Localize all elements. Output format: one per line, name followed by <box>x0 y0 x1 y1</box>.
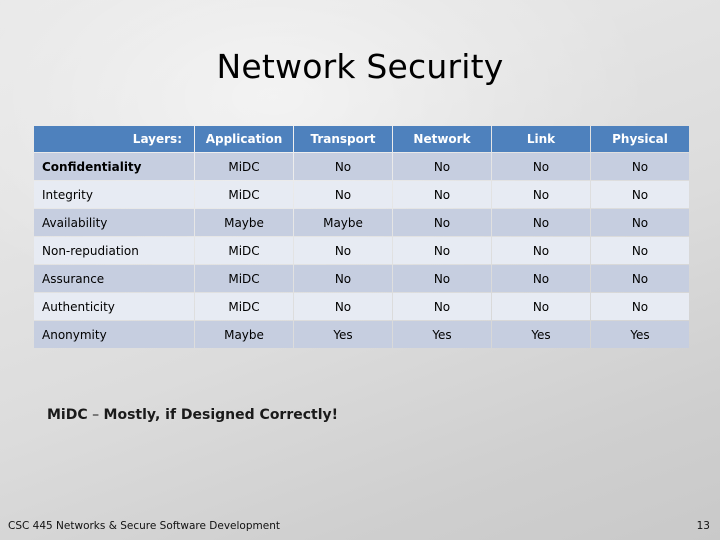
table-cell: No <box>591 293 689 320</box>
table-body: Confidentiality MiDC No No No No Integrity MiDC… <box>34 153 689 348</box>
row-label: Integrity <box>34 181 194 208</box>
table-cell: Maybe <box>195 209 293 236</box>
footnote-separator: – <box>87 407 104 423</box>
table-row: Confidentiality MiDC No No No No <box>34 153 689 180</box>
row-label: Availability <box>34 209 194 236</box>
table-cell: MiDC <box>195 293 293 320</box>
table-cell: MiDC <box>195 265 293 292</box>
table-cell: No <box>294 293 392 320</box>
table-cell: MiDC <box>195 237 293 264</box>
table-row: Assurance MiDC No No No No <box>34 265 689 292</box>
table-row: Availability Maybe Maybe No No No <box>34 209 689 236</box>
row-label: Confidentiality <box>34 153 194 180</box>
column-header-physical: Physical <box>591 126 689 152</box>
table-cell: Maybe <box>195 321 293 348</box>
table-row: Authenticity MiDC No No No No <box>34 293 689 320</box>
table-row: Integrity MiDC No No No No <box>34 181 689 208</box>
table-cell: No <box>294 153 392 180</box>
table-header-row: Layers: Application Transport Network Li… <box>34 126 689 152</box>
table-cell: No <box>393 181 491 208</box>
security-layers-table-container: Layers: Application Transport Network Li… <box>33 125 689 349</box>
column-header-layers: Layers: <box>34 126 194 152</box>
table-cell: No <box>393 153 491 180</box>
column-header-network: Network <box>393 126 491 152</box>
table-cell: No <box>591 265 689 292</box>
page-number: 13 <box>696 520 710 532</box>
row-label: Non-repudiation <box>34 237 194 264</box>
security-layers-table: Layers: Application Transport Network Li… <box>33 125 690 349</box>
row-label: Assurance <box>34 265 194 292</box>
table-cell: No <box>492 237 590 264</box>
page-title: Network Security <box>216 47 504 86</box>
table-cell: Maybe <box>294 209 392 236</box>
footnote-abbrev: MiDC <box>47 407 88 423</box>
footer-course-label: CSC 445 Networks & Secure Software Devel… <box>8 520 280 532</box>
table-header: Layers: Application Transport Network Li… <box>34 126 689 152</box>
table-cell: No <box>591 209 689 236</box>
table-cell: No <box>294 181 392 208</box>
row-label: Anonymity <box>34 321 194 348</box>
table-cell: No <box>591 153 689 180</box>
column-header-transport: Transport <box>294 126 392 152</box>
table-row: Non-repudiation MiDC No No No No <box>34 237 689 264</box>
table-cell: No <box>492 293 590 320</box>
table-cell: MiDC <box>195 153 293 180</box>
table-cell: No <box>294 237 392 264</box>
table-cell: No <box>591 181 689 208</box>
table-cell: No <box>492 209 590 236</box>
column-header-application: Application <box>195 126 293 152</box>
table-cell: No <box>492 265 590 292</box>
table-cell: Yes <box>492 321 590 348</box>
table-cell: No <box>492 181 590 208</box>
column-header-link: Link <box>492 126 590 152</box>
table-cell: No <box>492 153 590 180</box>
table-row: Anonymity Maybe Yes Yes Yes Yes <box>34 321 689 348</box>
table-cell: No <box>393 293 491 320</box>
table-cell: Yes <box>591 321 689 348</box>
table-cell: No <box>393 265 491 292</box>
table-cell: No <box>393 209 491 236</box>
footnote-expansion: Mostly, if Designed Correctly! <box>103 407 339 423</box>
table-cell: MiDC <box>195 181 293 208</box>
table-cell: No <box>591 237 689 264</box>
table-cell: No <box>393 237 491 264</box>
row-label: Authenticity <box>34 293 194 320</box>
table-cell: No <box>294 265 392 292</box>
footnote-legend: MiDC – Mostly, if Designed Correctly! <box>47 407 338 423</box>
table-cell: Yes <box>294 321 392 348</box>
slide-canvas: Network Security Layers: Application Tra… <box>0 0 720 540</box>
table-cell: Yes <box>393 321 491 348</box>
